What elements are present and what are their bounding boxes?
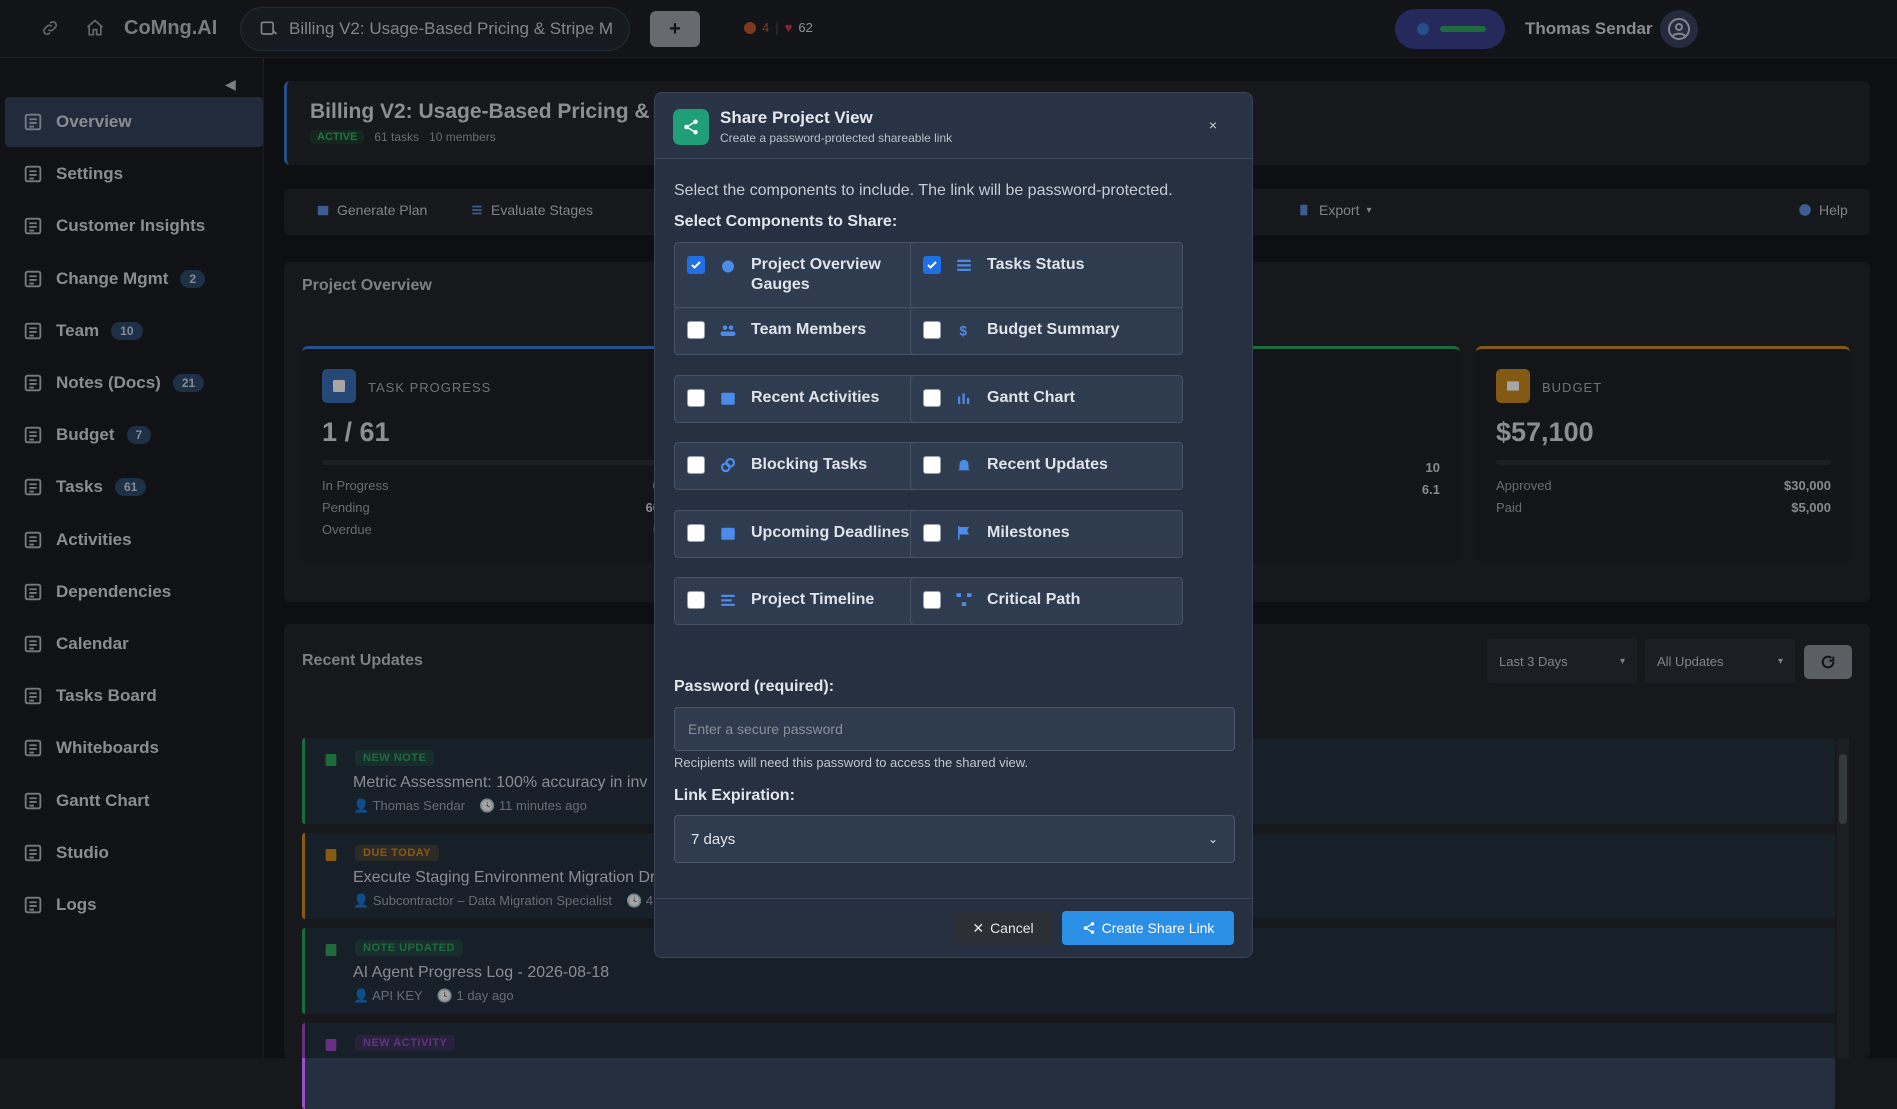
- flag-icon: [958, 525, 970, 540]
- gauge-icon: [722, 260, 734, 273]
- option-checkbox[interactable]: [687, 456, 705, 474]
- create-share-link-label: Create Share Link: [1101, 920, 1215, 936]
- calendar-icon: [721, 527, 735, 540]
- option-checkbox[interactable]: [923, 591, 941, 609]
- modal-title: Share Project View: [720, 108, 873, 127]
- option-label: Gantt Chart: [987, 388, 1075, 406]
- expiration-value: 7 days: [691, 830, 736, 848]
- option-checkbox[interactable]: [923, 523, 941, 542]
- cancel-label: Cancel: [990, 920, 1034, 936]
- option-label: Upcoming Deadlines: [751, 523, 910, 541]
- option-upcoming-deadlines[interactable]: Upcoming Deadlines: [674, 509, 947, 558]
- svg-text:$: $: [960, 323, 968, 338]
- x-icon: ✕: [972, 919, 985, 936]
- components-label: Select Components to Share:: [674, 213, 898, 230]
- option-recent-activities[interactable]: Recent Activities: [674, 374, 947, 423]
- modal-subtitle: Create a password-protected shareable li…: [720, 131, 953, 145]
- share-icon: [1083, 922, 1094, 934]
- option-checkbox[interactable]: [687, 523, 705, 542]
- close-button[interactable]: ×: [1203, 115, 1223, 135]
- password-hint: Recipients will need this password to ac…: [674, 755, 1029, 770]
- chevron-down-icon: ⌄: [1207, 832, 1218, 846]
- path-icon: [956, 593, 972, 606]
- option-recent-updates[interactable]: Recent Updates: [910, 442, 1183, 490]
- dollar-icon: $: [960, 323, 968, 338]
- option-label: Recent Updates: [987, 456, 1108, 473]
- option-team-members[interactable]: Team Members: [674, 307, 947, 355]
- create-share-link-button[interactable]: Create Share Link: [1062, 911, 1234, 945]
- option-checkbox[interactable]: [687, 256, 705, 274]
- option-label: Blocking Tasks: [751, 456, 868, 473]
- calendar-check-icon: [721, 392, 735, 405]
- option-checkbox[interactable]: [923, 256, 941, 274]
- users-icon: [720, 325, 736, 336]
- option-label: Budget Summary: [987, 321, 1120, 338]
- expiration-select[interactable]: 7 days ⌄: [674, 815, 1235, 863]
- option-label: Team Members: [751, 321, 867, 338]
- timeline-icon: [721, 594, 735, 606]
- option-label: Milestones: [987, 523, 1070, 541]
- option-label: Project Timeline: [751, 591, 875, 608]
- option-project-timeline[interactable]: Project Timeline: [674, 577, 947, 625]
- option-checkbox[interactable]: [923, 388, 941, 407]
- option-checkbox[interactable]: [923, 456, 941, 474]
- option-project-overview-gauges[interactable]: Project Overview Gauges: [674, 242, 947, 310]
- option-tasks-status[interactable]: Tasks Status: [910, 242, 1183, 310]
- expiration-label: Link Expiration:: [674, 787, 795, 804]
- option-label: Critical Path: [987, 591, 1081, 608]
- option-gantt-chart[interactable]: Gantt Chart: [910, 374, 1183, 423]
- cancel-button[interactable]: ✕ Cancel: [954, 911, 1052, 945]
- option-checkbox[interactable]: [687, 388, 705, 407]
- modal-header: Share Project View Create a password-pro…: [655, 93, 1252, 159]
- share-modal: Share Project View Create a password-pro…: [654, 92, 1253, 958]
- password-input[interactable]: [674, 707, 1235, 751]
- option-budget-summary[interactable]: $ Budget Summary: [910, 307, 1183, 355]
- share-icon: [673, 109, 709, 145]
- bell-icon: [958, 459, 970, 471]
- option-label: Project Overview Gauges: [751, 256, 881, 293]
- option-checkbox[interactable]: [923, 321, 941, 339]
- option-label: Recent Activities: [751, 388, 880, 406]
- option-milestones[interactable]: Milestones: [910, 509, 1183, 558]
- list-icon: [957, 259, 971, 271]
- link-icon: [720, 457, 736, 473]
- option-label: Tasks Status: [987, 256, 1085, 273]
- chart-icon: [958, 393, 970, 404]
- modal-description: Select the components to include. The li…: [674, 182, 1173, 199]
- option-checkbox[interactable]: [687, 321, 705, 339]
- option-blocking-tasks[interactable]: Blocking Tasks: [674, 442, 947, 490]
- option-critical-path[interactable]: Critical Path: [910, 577, 1183, 625]
- password-label: Password (required):: [674, 678, 835, 695]
- option-checkbox[interactable]: [687, 591, 705, 609]
